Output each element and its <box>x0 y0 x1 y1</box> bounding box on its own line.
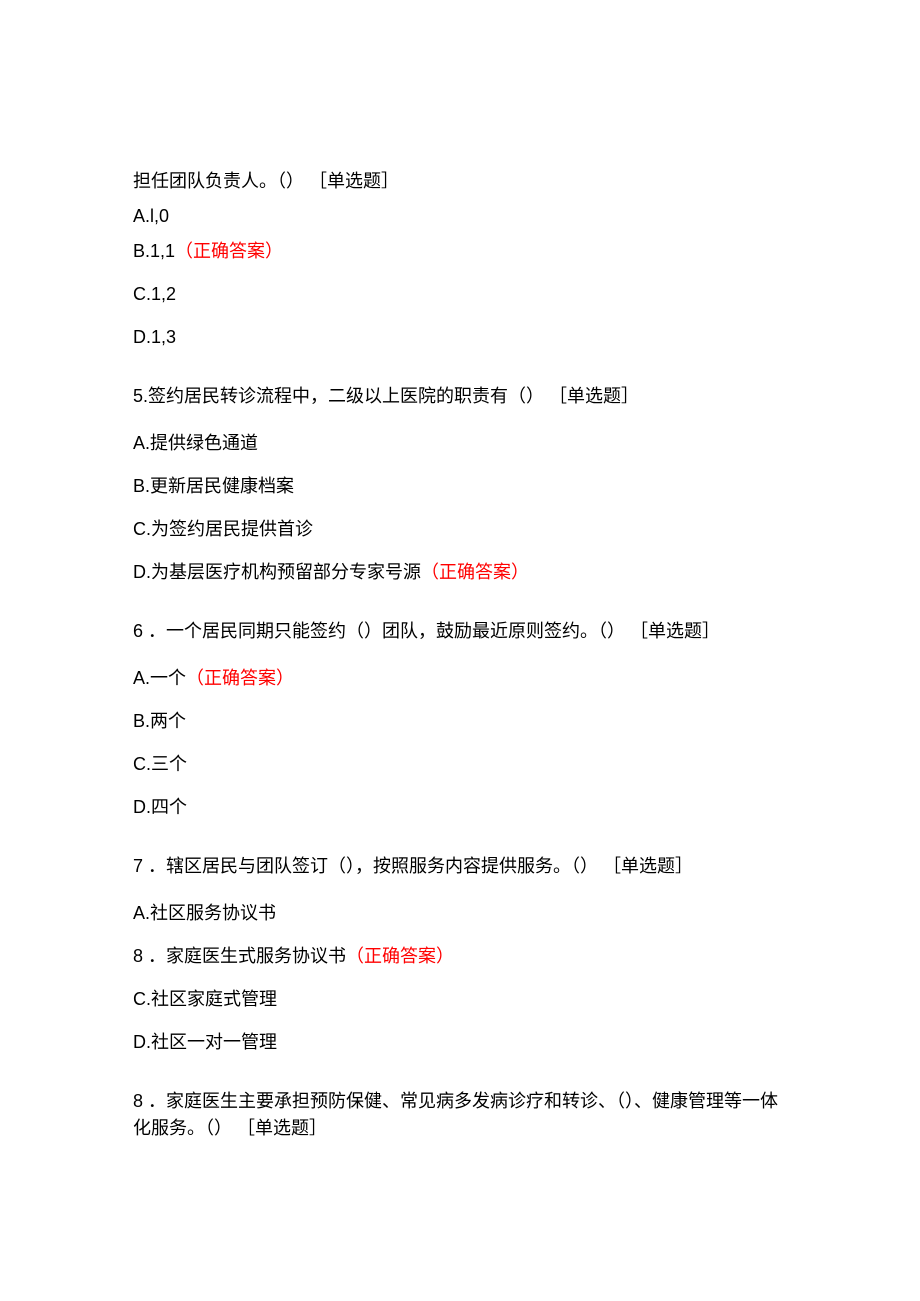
question-4-option-b: B.1,1（正确答案） <box>133 238 787 265</box>
question-7-option-c: C.社区家庭式管理 <box>133 986 787 1013</box>
correct-answer-label: （正确答案） <box>175 241 283 261</box>
question-5-option-b: B.更新居民健康档案 <box>133 473 787 500</box>
question-6-option-b: B.两个 <box>133 708 787 735</box>
question-4-option-a: A.l,0 <box>133 203 787 230</box>
question-7-option-a: A.社区服务协议书 <box>133 900 787 927</box>
question-7-option-b: 8 ．家庭医生式服务协议书（正确答案） <box>133 943 787 970</box>
question-5: 5.签约居民转诊流程中，二级以上医院的职责有（） ［单选题］ A.提供绿色通道 … <box>133 383 787 586</box>
question-5-option-c: C.为签约居民提供首诊 <box>133 516 787 543</box>
question-6: 6 ．一个居民同期只能签约（）团队，鼓励最近原则签约。（） ［单选题］ A.一个… <box>133 618 787 821</box>
question-7-option-d: D.社区一对一管理 <box>133 1029 787 1056</box>
option-d-text: D.为基层医疗机构预留部分专家号源 <box>133 562 421 582</box>
correct-answer-label: （正确答案） <box>186 668 294 688</box>
question-6-option-c: C.三个 <box>133 751 787 778</box>
question-4-option-c: C.1,2 <box>133 281 787 308</box>
question-7: 7 ．辖区居民与团队签订（），按照服务内容提供服务。（） ［单选题］ A.社区服… <box>133 853 787 1056</box>
question-4-option-d: D.1,3 <box>133 324 787 351</box>
correct-answer-label: （正确答案） <box>421 562 529 582</box>
correct-answer-label: （正确答案） <box>346 946 454 966</box>
question-4-stem-line: 担任团队负责人。（） ［单选题］ <box>133 168 787 195</box>
question-8: 8 ．家庭医生主要承担预防保健、常见病多发病诊疗和转诊、（）、健康管理等一体化服… <box>133 1088 787 1142</box>
question-6-stem: 6 ．一个居民同期只能签约（）团队，鼓励最近原则签约。（） ［单选题］ <box>133 618 787 645</box>
option-a-text: A.一个 <box>133 668 186 688</box>
document-page: 担任团队负责人。（） ［单选题］ A.l,0 B.1,1（正确答案） C.1,2… <box>0 0 920 1301</box>
question-6-option-a: A.一个（正确答案） <box>133 665 787 692</box>
question-6-option-d: D.四个 <box>133 794 787 821</box>
question-5-stem: 5.签约居民转诊流程中，二级以上医院的职责有（） ［单选题］ <box>133 383 787 410</box>
question-5-option-a: A.提供绿色通道 <box>133 430 787 457</box>
option-b-text: B.1,1 <box>133 241 175 261</box>
question-8-stem: 8 ．家庭医生主要承担预防保健、常见病多发病诊疗和转诊、（）、健康管理等一体化服… <box>133 1088 787 1142</box>
option-b-text: 8 ．家庭医生式服务协议书 <box>133 946 346 966</box>
question-5-option-d: D.为基层医疗机构预留部分专家号源（正确答案） <box>133 559 787 586</box>
question-7-stem: 7 ．辖区居民与团队签订（），按照服务内容提供服务。（） ［单选题］ <box>133 853 787 880</box>
question-4-fragment: 担任团队负责人。（） ［单选题］ A.l,0 B.1,1（正确答案） C.1,2… <box>133 168 787 351</box>
